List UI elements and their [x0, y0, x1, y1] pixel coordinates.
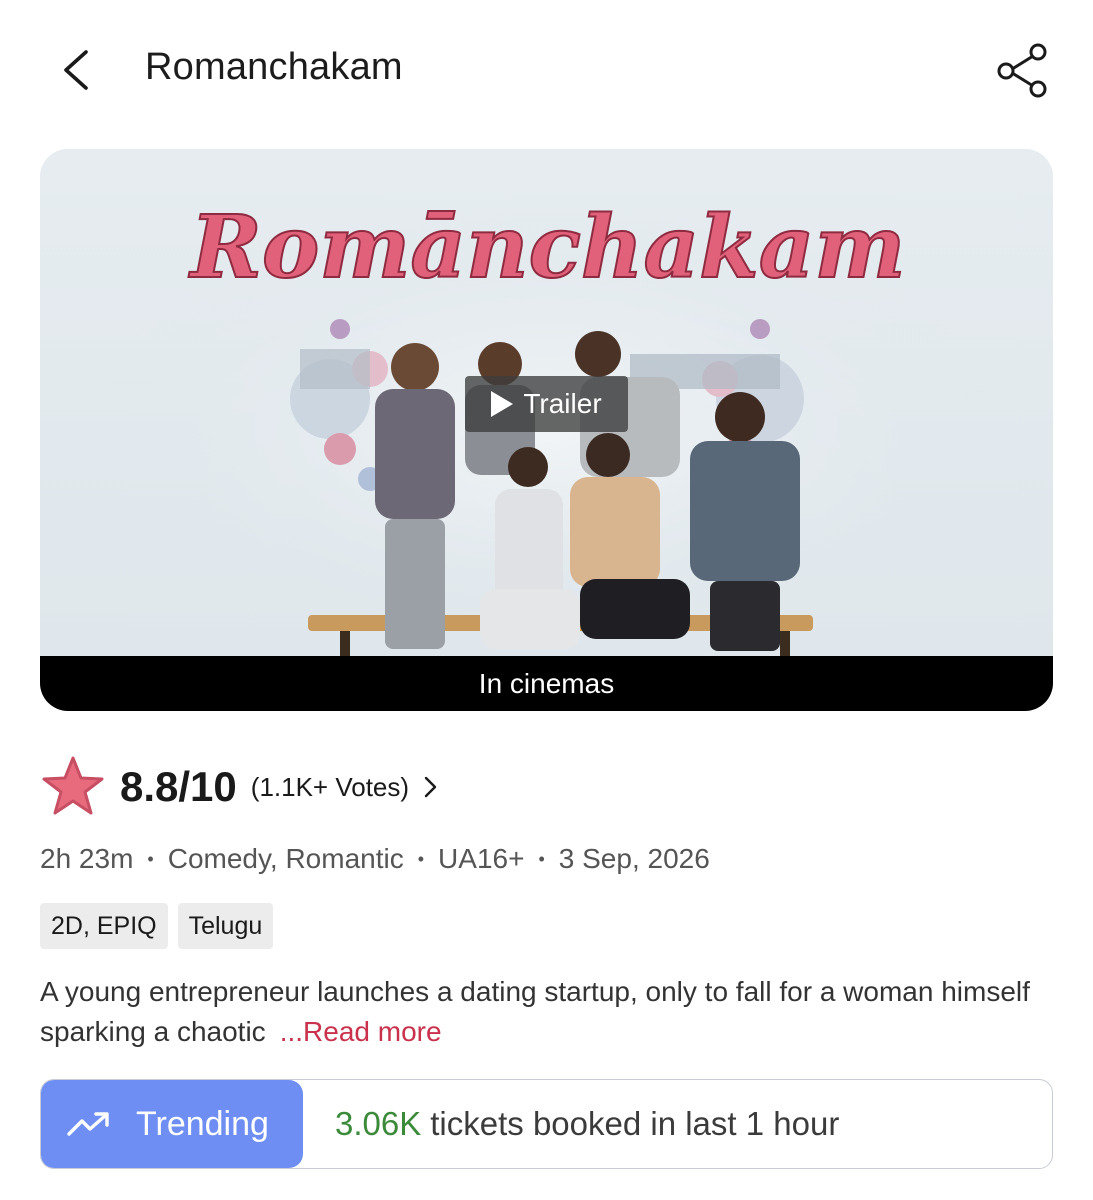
movie-description: A young entrepreneur launches a dating s…	[40, 972, 1050, 1052]
rating-value: 8.8/10	[120, 763, 237, 810]
language-tag: Telugu	[177, 903, 274, 949]
page-title: Romanchakam	[145, 46, 403, 88]
trailer-label: Trailer	[523, 388, 602, 419]
description-text: A young entrepreneur launches a dating s…	[40, 976, 1030, 1047]
poster-logo: Romānchakam	[187, 197, 905, 298]
rating-votes: (1.1K+ Votes)	[250, 771, 410, 802]
separator-dot: •	[538, 848, 545, 869]
read-more-link[interactable]: ...Read more	[280, 1016, 442, 1047]
star-icon	[42, 756, 104, 815]
duration: 2h 23m	[40, 843, 134, 874]
separator-dot: •	[147, 848, 154, 869]
certificate: UA16+	[438, 843, 525, 874]
play-trailer-button[interactable]: Trailer	[465, 376, 628, 432]
tickets-text: tickets booked in last 1 hour	[430, 1105, 840, 1142]
genres: Comedy, Romantic	[167, 843, 404, 874]
trending-up-icon	[67, 1112, 109, 1136]
back-button[interactable]	[52, 40, 100, 100]
movie-meta: 2h 23m • Comedy, Romantic • UA16+ • 3 Se…	[40, 843, 710, 875]
play-icon	[491, 391, 514, 417]
trending-banner: Trending 3.06K tickets booked in last 1 …	[40, 1079, 1053, 1169]
movie-detail-page: Romanchakam Romānchakam Trailer In cinem…	[0, 0, 1093, 1200]
share-icon	[997, 43, 1047, 98]
release-status-bar: In cinemas	[40, 656, 1053, 711]
format-tag: 2D, EPIQ	[40, 903, 168, 949]
movie-poster[interactable]: Romānchakam Trailer In cinemas	[40, 149, 1053, 711]
trending-badge: Trending	[41, 1080, 303, 1168]
rating-summary[interactable]: 8.8/10 (1.1K+ Votes)	[40, 752, 439, 822]
tickets-count: 3.06K	[335, 1105, 422, 1142]
separator-dot: •	[417, 848, 425, 869]
release-date: 3 Sep, 2026	[558, 843, 710, 874]
trending-info: 3.06K tickets booked in last 1 hour	[303, 1080, 839, 1168]
share-button[interactable]	[992, 38, 1056, 102]
chevron-right-icon	[424, 776, 437, 798]
chevron-left-icon	[64, 50, 88, 90]
top-bar: Romanchakam	[0, 0, 1093, 140]
trending-label: Trending	[136, 1104, 269, 1143]
format-language-tags: 2D, EPIQ Telugu	[40, 903, 274, 949]
